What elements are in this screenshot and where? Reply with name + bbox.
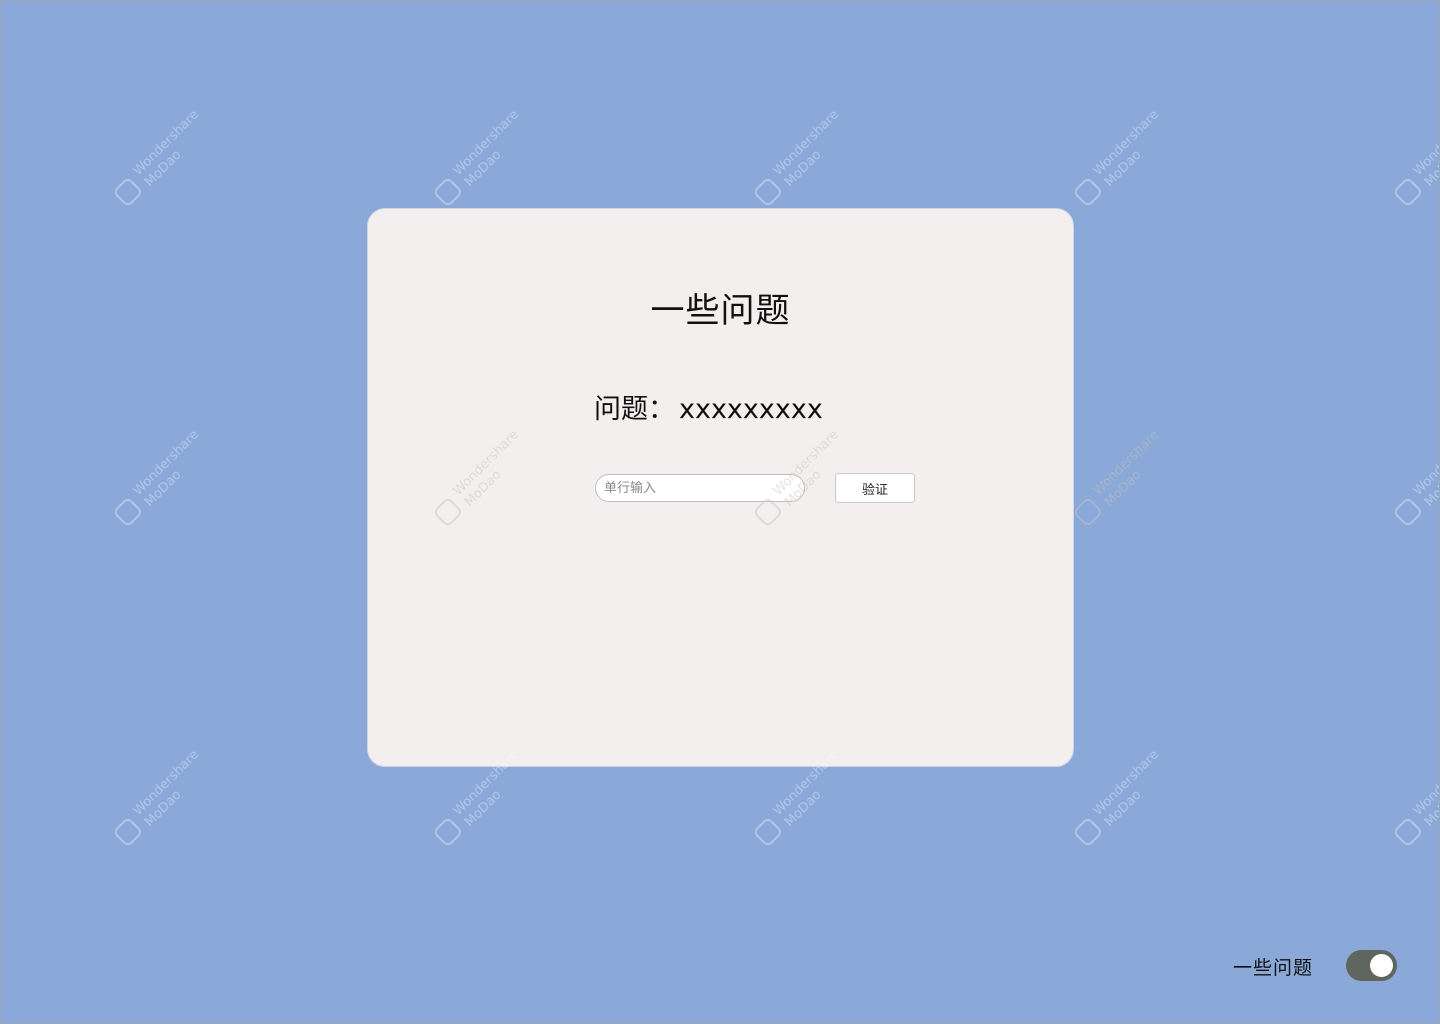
watermark: Wondershare MoDao bbox=[742, 97, 869, 224]
modao-logo-icon bbox=[112, 816, 144, 848]
watermark-text: Wondershare bbox=[130, 107, 203, 179]
question-row: 问题： xxxxxxxxx bbox=[594, 387, 823, 426]
watermark: Wondershare MoDao bbox=[1062, 417, 1189, 544]
watermark-text: Wondershare bbox=[770, 107, 843, 179]
watermark-subtext: MoDao bbox=[1421, 787, 1440, 830]
watermark-text: Wondershare bbox=[1410, 427, 1440, 499]
toggle-switch[interactable] bbox=[1346, 950, 1397, 981]
watermark-text: Wondershare bbox=[1090, 427, 1163, 499]
watermark: Wondershare MoDao bbox=[422, 97, 549, 224]
modao-logo-icon bbox=[752, 816, 784, 848]
watermark: Wondershare MoDao bbox=[1382, 417, 1440, 544]
watermark: Wondershare MoDao bbox=[1382, 97, 1440, 224]
footer-label: 一些问题 bbox=[1233, 957, 1314, 979]
modao-logo-icon bbox=[432, 816, 464, 848]
watermark-subtext: MoDao bbox=[141, 467, 185, 510]
modao-logo-icon bbox=[1392, 176, 1424, 208]
modao-logo-icon bbox=[752, 176, 784, 208]
watermark-text: Wondershare bbox=[1410, 107, 1440, 179]
card-title: 一些问题 bbox=[650, 291, 791, 331]
watermark: Wondershare MoDao bbox=[102, 737, 229, 864]
watermark-subtext: MoDao bbox=[141, 787, 185, 830]
watermark-subtext: MoDao bbox=[461, 787, 505, 830]
watermark: Wondershare MoDao bbox=[1062, 737, 1189, 864]
watermark-subtext: MoDao bbox=[1101, 147, 1145, 190]
modao-logo-icon bbox=[1072, 176, 1104, 208]
modao-logo-icon bbox=[112, 176, 144, 208]
modao-logo-icon bbox=[432, 176, 464, 208]
modao-logo-icon bbox=[1392, 496, 1424, 528]
watermark: Wondershare MoDao bbox=[1062, 97, 1189, 224]
watermark-text: Wondershare bbox=[130, 427, 203, 499]
watermark-subtext: MoDao bbox=[781, 787, 825, 830]
answer-input[interactable] bbox=[595, 474, 805, 502]
watermark-subtext: MoDao bbox=[1101, 787, 1145, 830]
watermark: Wondershare MoDao bbox=[102, 417, 229, 544]
modao-logo-icon bbox=[1072, 816, 1104, 848]
watermark-subtext: MoDao bbox=[1421, 467, 1440, 510]
watermark-subtext: MoDao bbox=[461, 147, 505, 190]
watermark-subtext: MoDao bbox=[141, 147, 185, 190]
page-background: 一些问题 问题：xxxxxxxxx 验证 一些问题 WondershareMoD… bbox=[0, 0, 1440, 1024]
watermark-subtext: MoDao bbox=[1101, 467, 1145, 510]
watermark-subtext: MoDao bbox=[1421, 147, 1440, 190]
question-label: 问题： bbox=[594, 394, 675, 425]
modao-logo-icon bbox=[112, 496, 144, 528]
watermark-text: Wondershare bbox=[130, 747, 203, 819]
toggle-knob bbox=[1370, 954, 1393, 977]
question-card: 一些问题 问题：xxxxxxxxx 验证 bbox=[367, 208, 1074, 767]
watermark-text: Wondershare bbox=[450, 107, 523, 179]
watermark-text: Wondershare bbox=[1090, 107, 1163, 179]
modao-logo-icon bbox=[1072, 496, 1104, 528]
question-value: xxxxxxxxx bbox=[679, 394, 823, 425]
watermark-text: Wondershare bbox=[1410, 747, 1440, 819]
watermark-subtext: MoDao bbox=[781, 147, 825, 190]
verify-button[interactable]: 验证 bbox=[835, 473, 915, 503]
watermark-text: Wondershare bbox=[1090, 747, 1163, 819]
watermark: Wondershare MoDao bbox=[102, 97, 229, 224]
watermark: Wondershare MoDao bbox=[1382, 737, 1440, 864]
modao-logo-icon bbox=[1392, 816, 1424, 848]
